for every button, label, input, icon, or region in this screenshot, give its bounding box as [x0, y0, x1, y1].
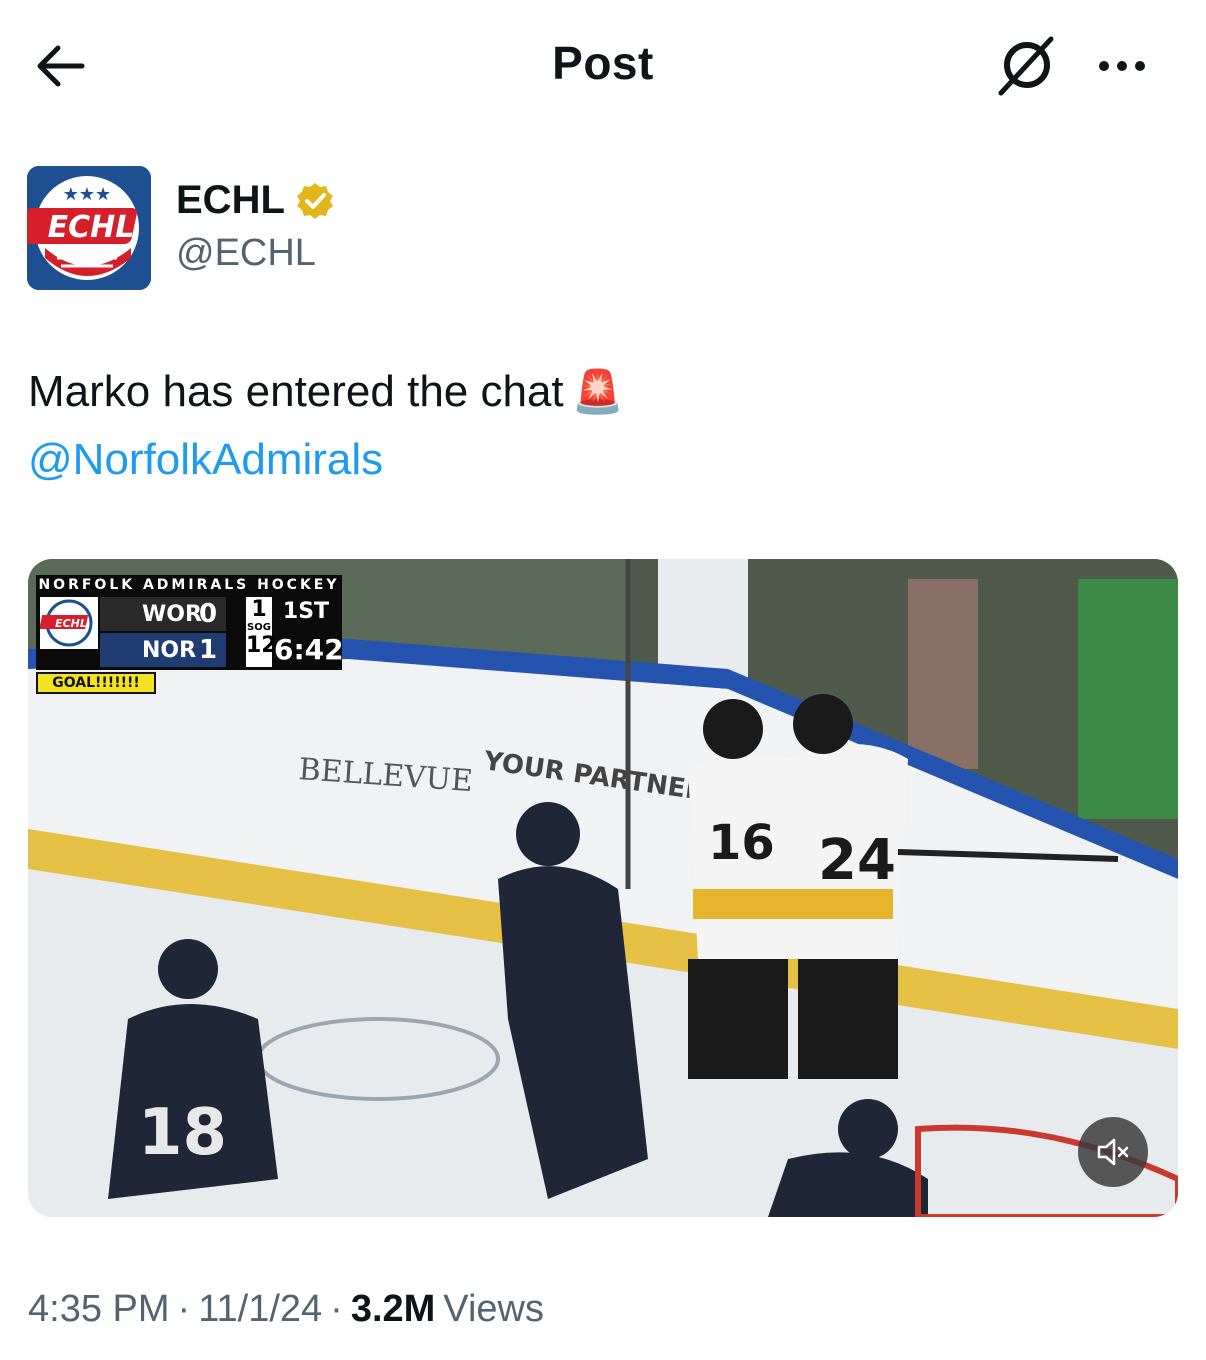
post-meta: 4:35 PM · 11/1/24 · 3.2M Views: [28, 1288, 544, 1331]
author-name-text: ECHL: [176, 178, 285, 222]
video-player[interactable]: BELLEVUE YOUR PARTNER IN 16 24 18 NORFOL…: [28, 559, 1178, 1217]
scorebug-title: NORFOLK ADMIRALS HOCKEY: [38, 577, 340, 593]
away-sog: 1: [251, 597, 267, 622]
scorebug-row-home: NOR 1: [100, 633, 226, 667]
author-name[interactable]: ECHL: [176, 178, 335, 223]
more-horizontal-icon: [1099, 61, 1145, 71]
mention-link[interactable]: @NorfolkAdmirals: [28, 430, 383, 490]
echl-logo: ECHL ★★★: [27, 166, 151, 290]
meta-separator: ·: [330, 1288, 343, 1330]
scorebug-row-away: WOR 0: [100, 597, 226, 631]
author-handle[interactable]: @ECHL: [176, 232, 316, 275]
home-team: NOR: [142, 637, 197, 663]
post-text: Marko has entered the chat 🚨: [28, 362, 624, 422]
game-clock: 6:42: [274, 633, 344, 666]
away-team: WOR: [142, 601, 202, 627]
views-count: 3.2M: [350, 1288, 436, 1330]
grok-icon: [998, 36, 1054, 96]
avatar[interactable]: ECHL ★★★: [27, 166, 151, 290]
svg-text:ECHL: ECHL: [48, 210, 135, 245]
period: 1ST: [282, 599, 330, 624]
home-sog: 12: [246, 633, 277, 658]
home-score: 1: [198, 635, 218, 665]
volume-muted-icon: [1097, 1138, 1129, 1166]
scorebug-league-logo: ECHL: [40, 597, 98, 649]
away-score: 0: [198, 599, 218, 629]
verified-badge-icon: [296, 182, 333, 219]
post-time[interactable]: 4:35 PM: [28, 1288, 170, 1331]
post-text-body: Marko has entered the chat: [28, 367, 564, 416]
mute-button[interactable]: [1078, 1117, 1148, 1187]
grok-button[interactable]: [990, 30, 1062, 102]
scorebug: NORFOLK ADMIRALS HOCKEY ECHL WOR 0 NOR 1…: [36, 575, 344, 670]
svg-text:18: 18: [138, 1096, 227, 1170]
post-date[interactable]: 11/1/24: [198, 1288, 322, 1331]
svg-text:ECHL: ECHL: [55, 617, 87, 630]
svg-text:★★★: ★★★: [63, 184, 111, 205]
sog-label: SOG: [247, 622, 271, 633]
shots-on-goal: 1 SOG 12: [246, 597, 277, 667]
svg-text:24: 24: [818, 828, 896, 893]
more-options-button[interactable]: [1084, 36, 1160, 96]
meta-separator: ·: [177, 1288, 191, 1330]
svg-text:16: 16: [708, 815, 775, 871]
police-light-emoji: 🚨: [571, 368, 624, 415]
goal-banner: GOAL!!!!!!!: [36, 672, 156, 694]
views-label: Views: [443, 1288, 544, 1330]
